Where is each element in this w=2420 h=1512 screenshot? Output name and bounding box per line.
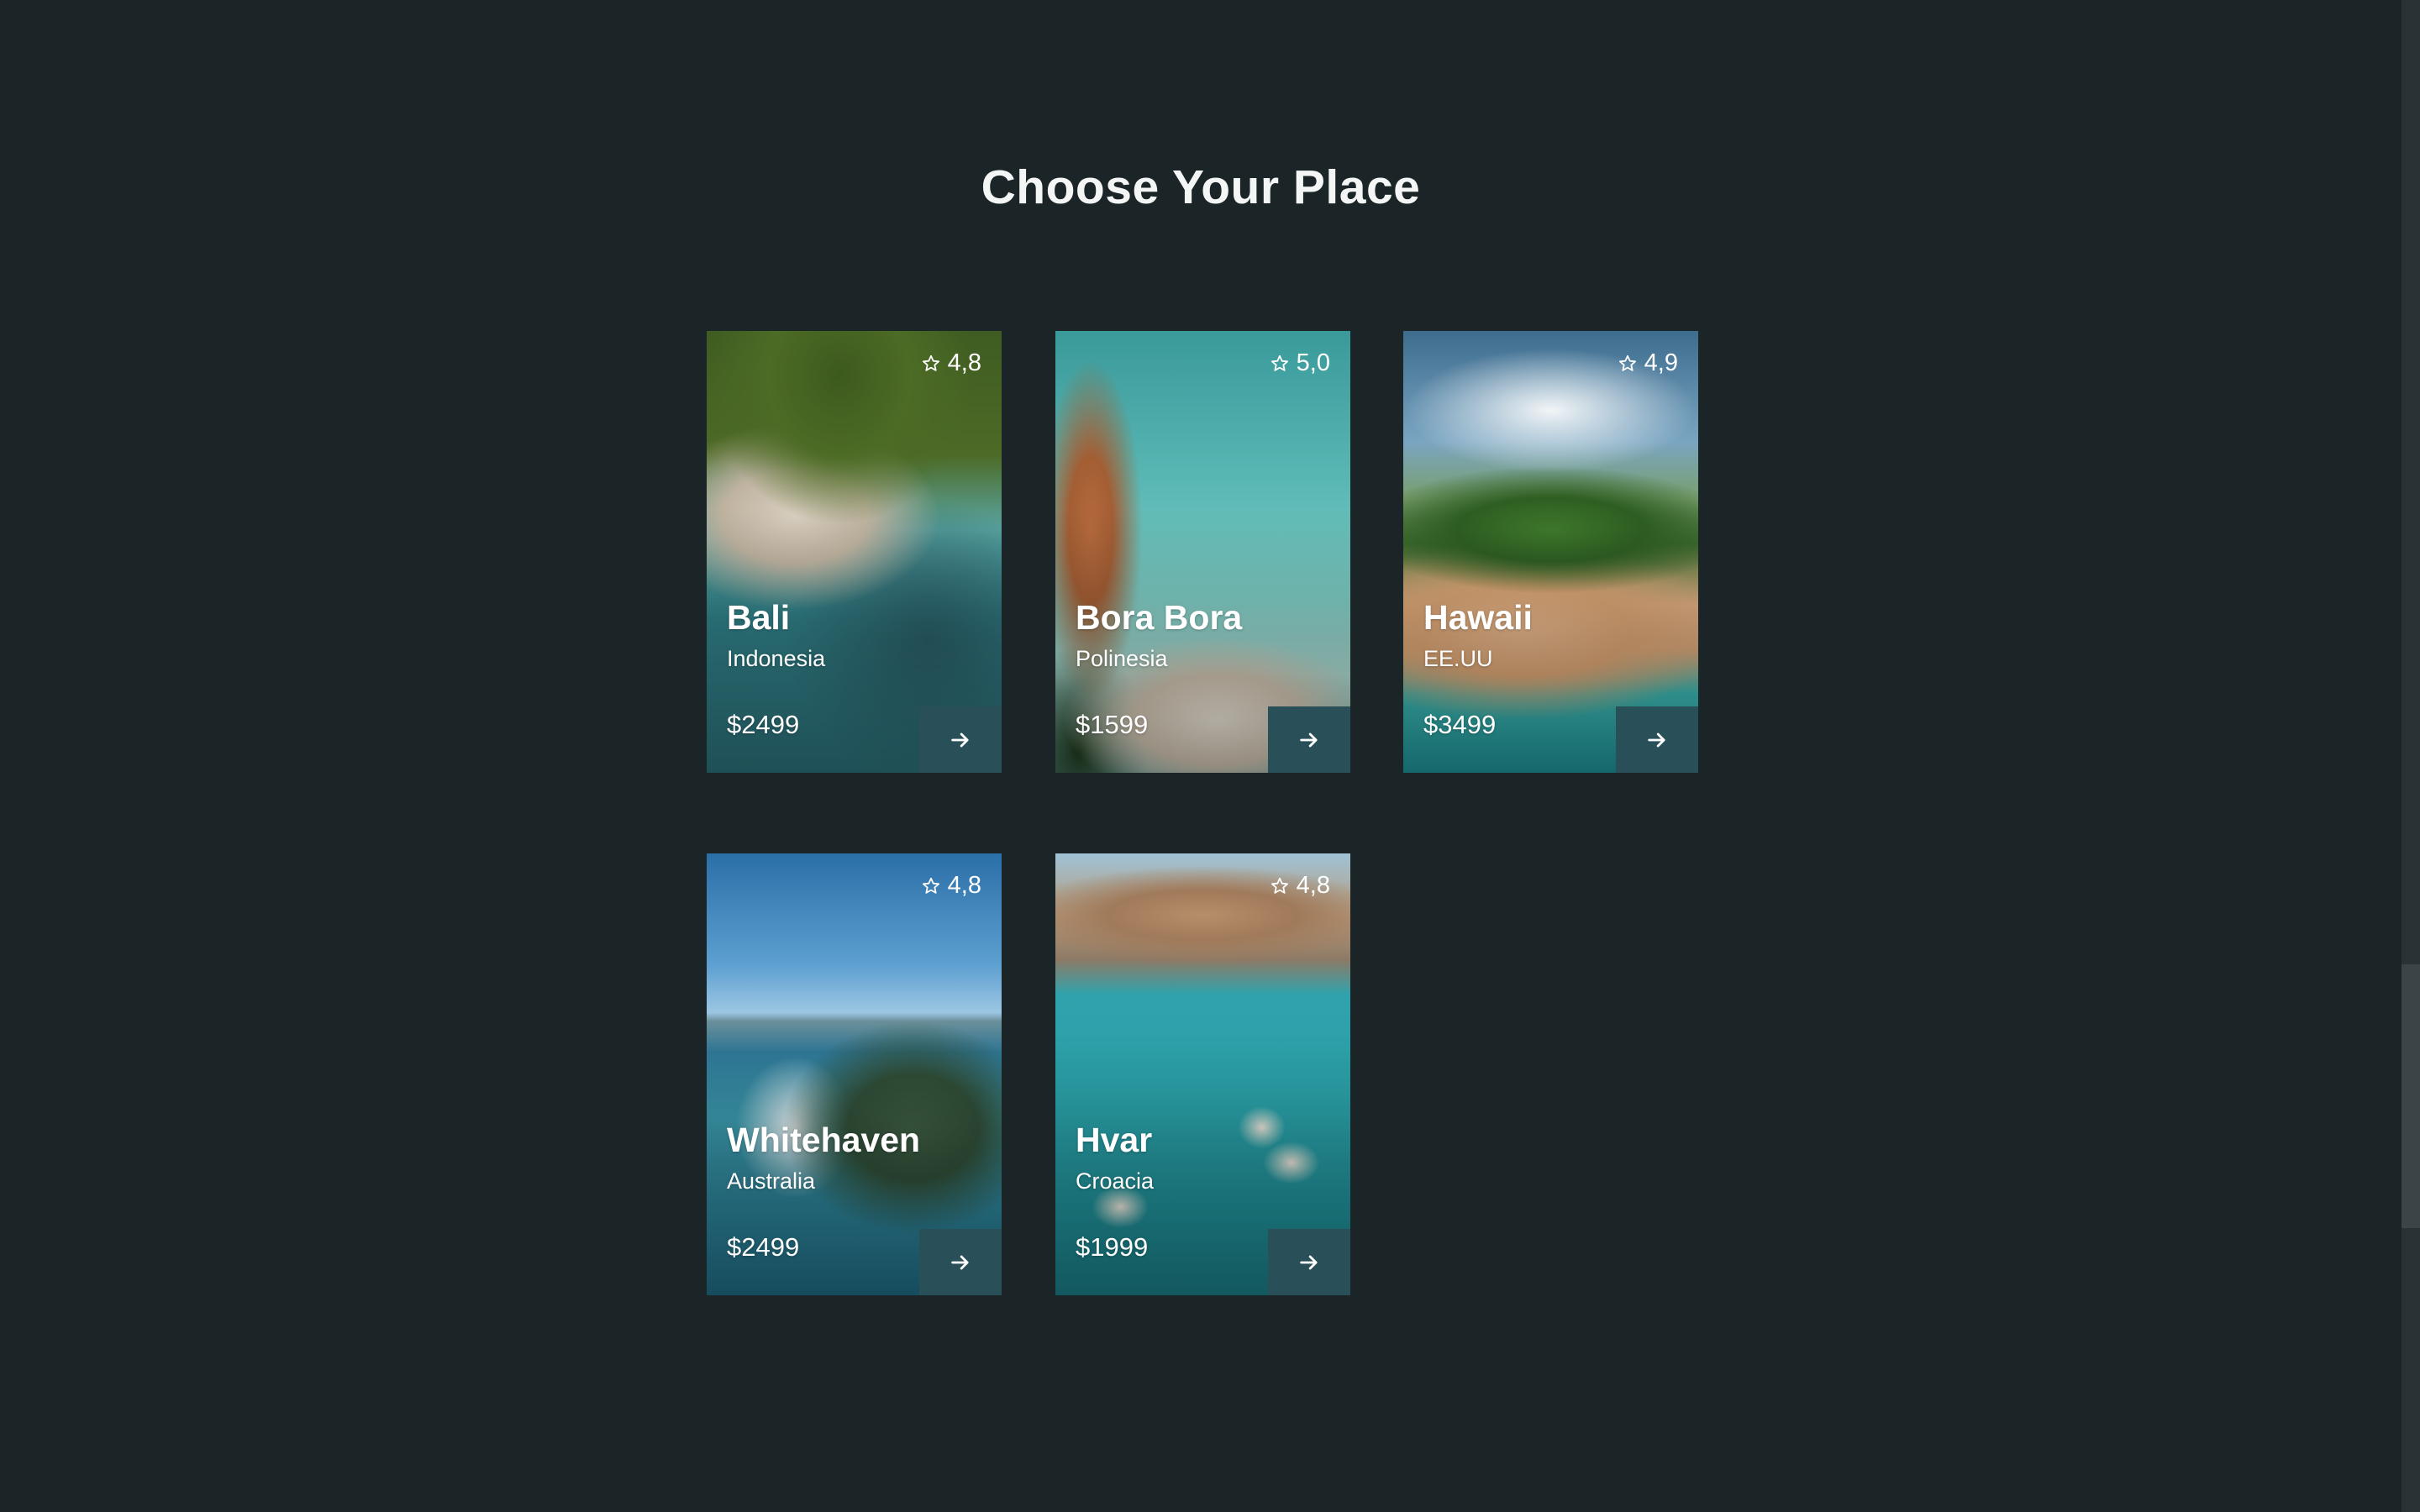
arrow-right-icon	[1648, 732, 1665, 747]
rating-value: 4,8	[947, 349, 981, 376]
destination-name: Bora Bora	[1076, 598, 1243, 637]
star-icon	[1270, 877, 1288, 894]
destination-card-bali[interactable]: 4,8 Bali Indonesia $2499	[707, 331, 1002, 773]
destination-card-hawaii[interactable]: 4,9 Hawaii EE.UU $3499	[1403, 331, 1698, 773]
view-destination-button[interactable]	[919, 706, 1002, 773]
destination-card-hvar[interactable]: 4,8 Hvar Croacia $1999	[1055, 853, 1350, 1295]
destination-card-bora-bora[interactable]: 5,0 Bora Bora Polinesia $1599	[1055, 331, 1350, 773]
rating: 4,8	[1270, 872, 1330, 900]
destination-name: Whitehaven	[727, 1121, 921, 1159]
destination-country: Croacia	[1076, 1168, 1155, 1194]
star-icon	[922, 354, 939, 371]
arrow-right-icon	[951, 732, 969, 747]
page: Choose Your Place 4,8 Bali Indonesia $24…	[0, 0, 2420, 1512]
destination-name: Bali	[727, 598, 791, 637]
rating: 4,8	[921, 872, 981, 900]
rating-value: 4,9	[1644, 349, 1678, 376]
view-destination-button[interactable]	[1616, 706, 1698, 773]
scrollbar-thumb[interactable]	[2402, 964, 2420, 1228]
destination-price: $1599	[1076, 710, 1149, 739]
arrow-right-icon	[951, 1255, 969, 1269]
section-title: Choose Your Place	[981, 160, 1421, 214]
rating: 4,9	[1618, 349, 1678, 377]
rating-value: 4,8	[1296, 872, 1330, 899]
view-destination-button[interactable]	[1268, 1229, 1350, 1295]
scrollbar[interactable]	[2402, 0, 2420, 1512]
star-icon	[922, 877, 939, 894]
destination-card-whitehaven[interactable]: 4,8 Whitehaven Australia $2499	[707, 853, 1002, 1295]
destination-price: $2499	[727, 1232, 800, 1262]
destination-price: $2499	[727, 710, 800, 739]
rating-value: 5,0	[1296, 349, 1330, 376]
star-icon	[1618, 354, 1636, 371]
star-icon	[1270, 354, 1288, 371]
destination-country: Polinesia	[1076, 646, 1168, 671]
destination-country: Indonesia	[727, 646, 826, 671]
arrow-right-icon	[1300, 1255, 1318, 1269]
rating-value: 4,8	[947, 872, 981, 899]
arrow-right-icon	[1300, 732, 1318, 747]
destination-name: Hawaii	[1423, 598, 1533, 637]
view-destination-button[interactable]	[919, 1229, 1002, 1295]
destination-price: $1999	[1076, 1232, 1149, 1262]
destination-country: EE.UU	[1423, 646, 1493, 671]
view-destination-button[interactable]	[1268, 706, 1350, 773]
destination-country: Australia	[727, 1168, 816, 1194]
destination-name: Hvar	[1076, 1121, 1153, 1159]
rating: 4,8	[921, 349, 981, 377]
destination-price: $3499	[1423, 710, 1497, 739]
rating: 5,0	[1270, 349, 1330, 377]
